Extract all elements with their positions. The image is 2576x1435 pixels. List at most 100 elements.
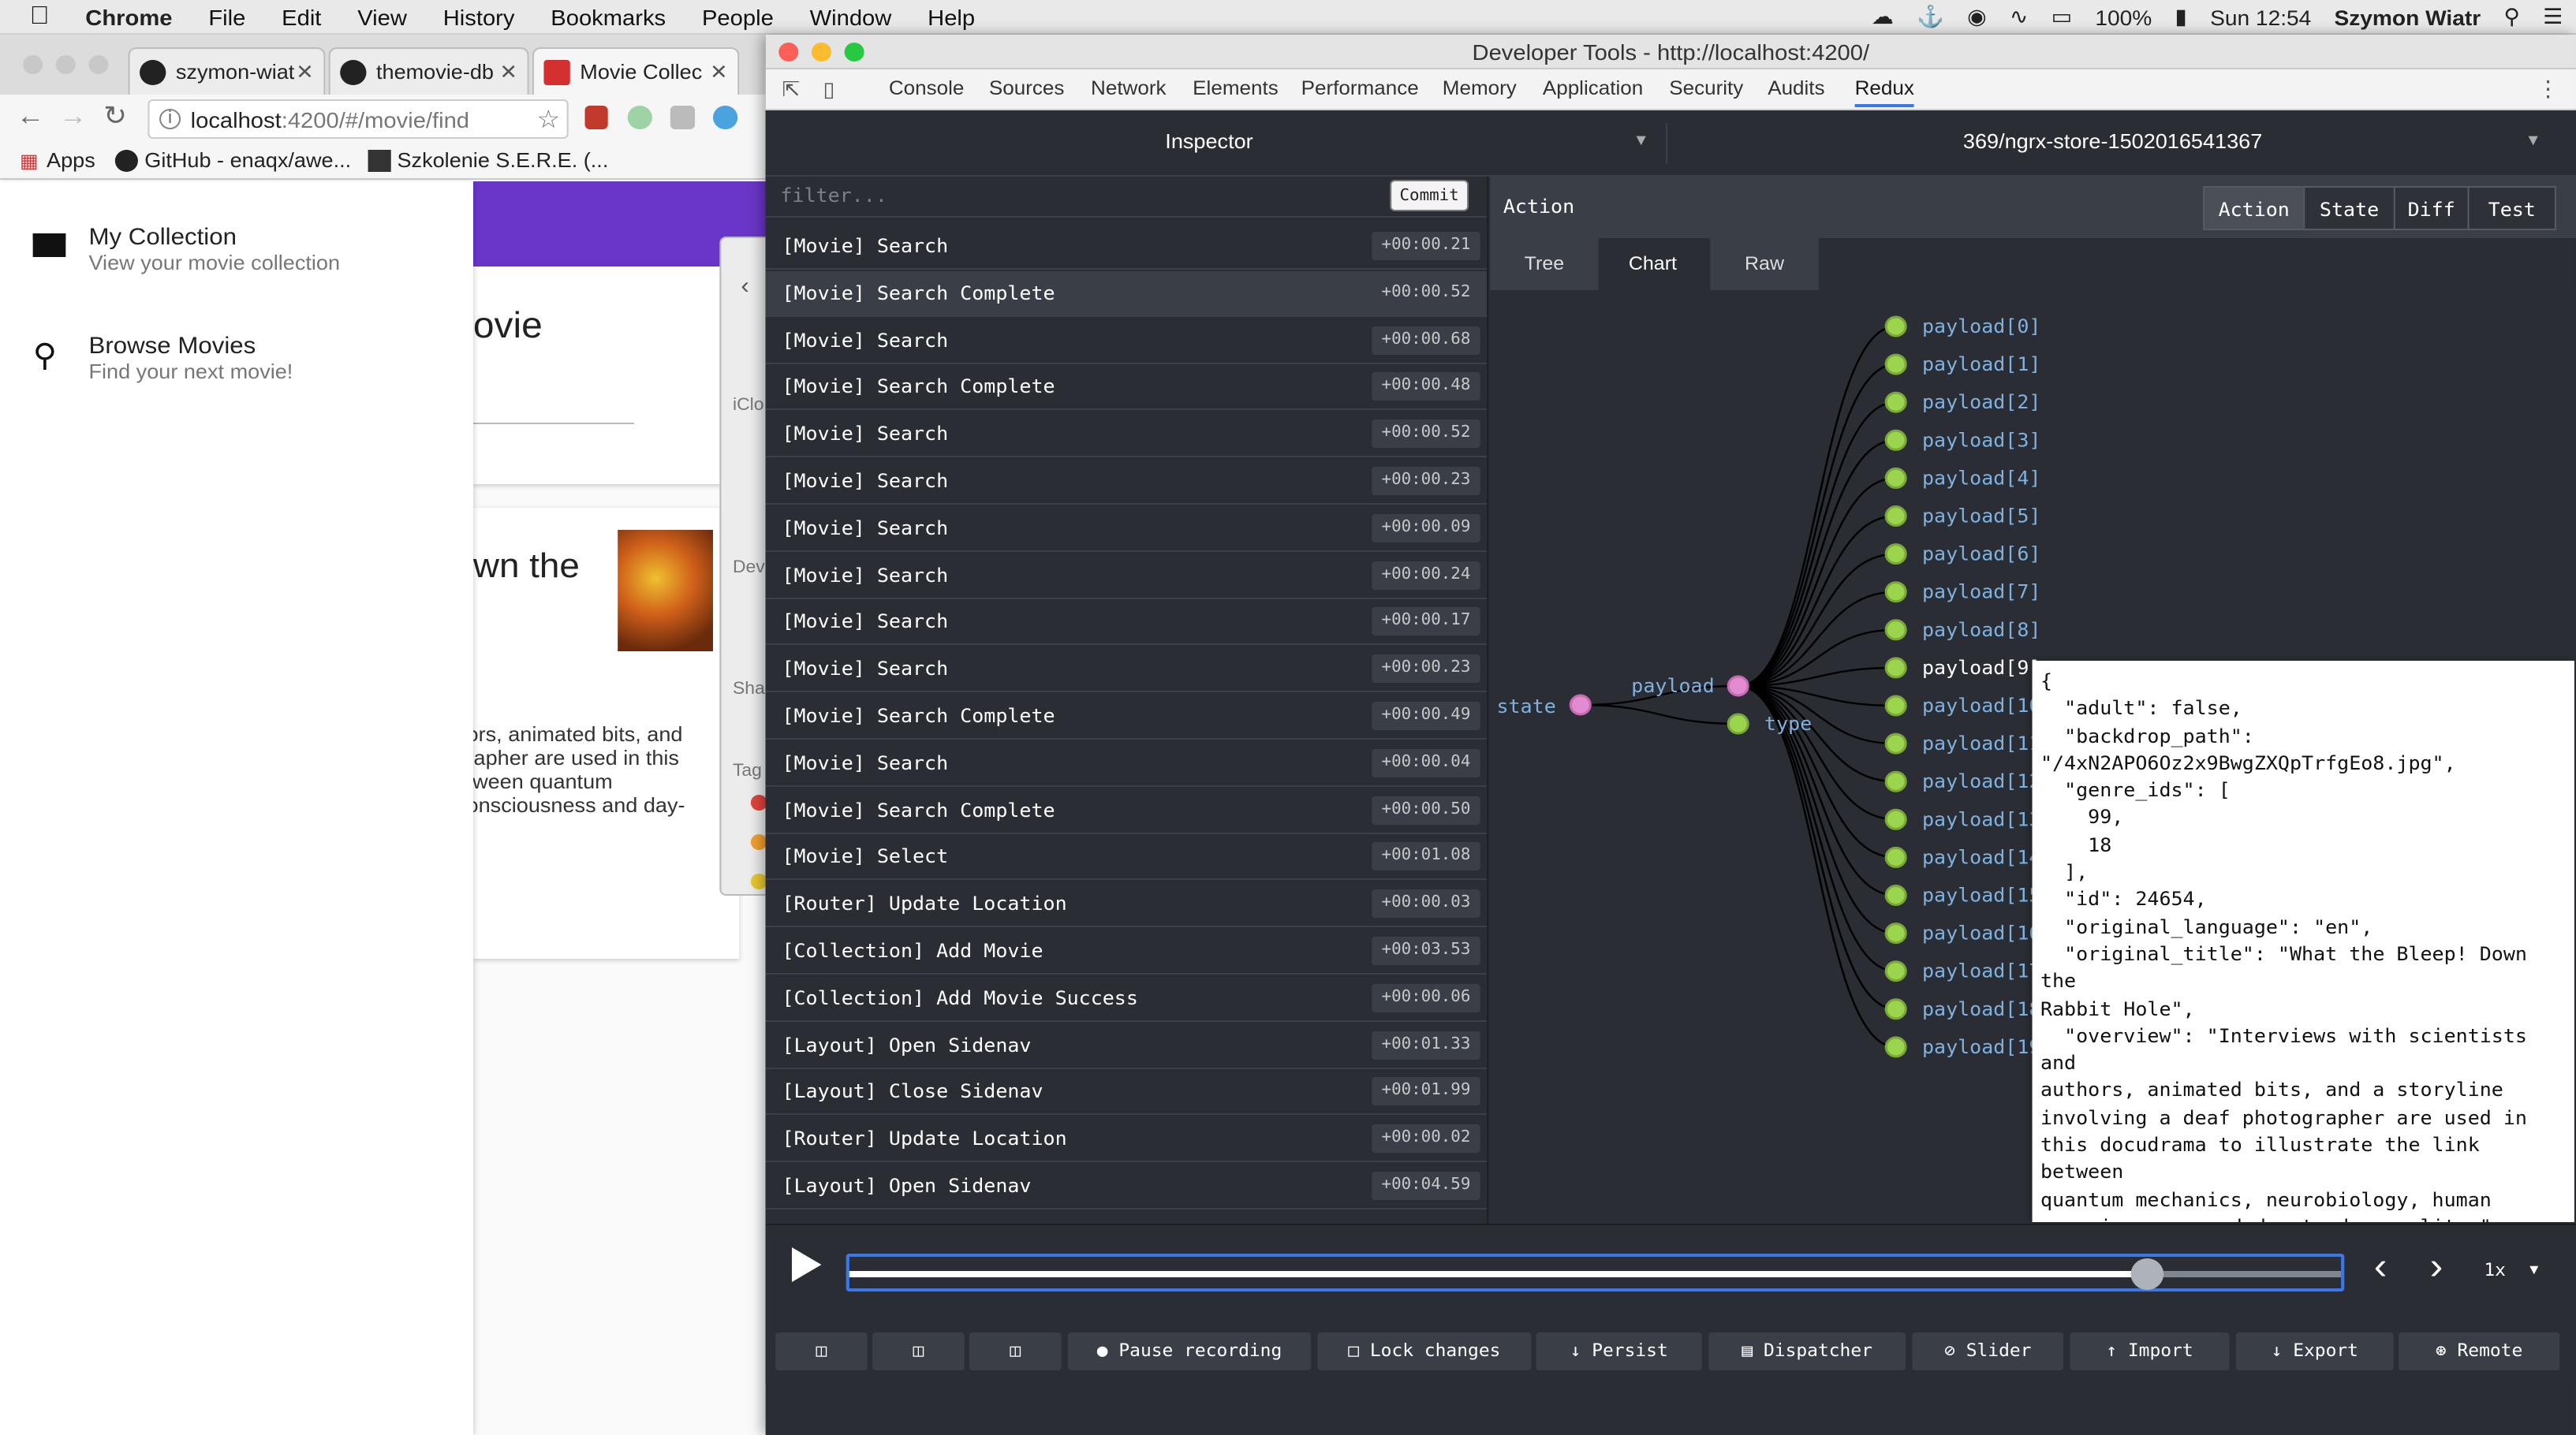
- more-options-icon[interactable]: ⋮: [2537, 76, 2559, 102]
- view-tab-chart[interactable]: Chart: [1598, 238, 1708, 290]
- panel-tab-diff[interactable]: Diff: [2393, 186, 2470, 230]
- action-row[interactable]: [Movie] Select +00:01.08: [765, 834, 1488, 881]
- menu-view[interactable]: View: [357, 4, 407, 29]
- tab-elements[interactable]: Elements: [1193, 77, 1279, 99]
- panel-tab-state[interactable]: State: [2303, 186, 2395, 230]
- instance-dropdown-icon[interactable]: ▼: [2525, 132, 2541, 150]
- speed-dropdown-icon[interactable]: ▼: [2527, 1262, 2542, 1277]
- wifi-icon[interactable]: ∿: [2010, 5, 2029, 30]
- tab-console[interactable]: Console: [889, 77, 965, 99]
- monitor-dropdown-icon[interactable]: ▼: [1633, 132, 1649, 150]
- play-icon[interactable]: [791, 1247, 822, 1282]
- filter-input[interactable]: filter...: [780, 184, 887, 207]
- action-row[interactable]: [Router] Update Location +00:00.02: [765, 1116, 1488, 1163]
- view-tab-raw[interactable]: Raw: [1710, 238, 1819, 290]
- action-row[interactable]: [Movie] Search +00:00.52: [765, 412, 1488, 458]
- window-zoom-button[interactable]: [844, 43, 864, 62]
- device-toolbar-icon[interactable]: ▯: [823, 77, 835, 102]
- spotlight-icon[interactable]: ⚲: [2503, 5, 2520, 30]
- inspect-element-icon[interactable]: ⇱: [782, 77, 800, 102]
- tab-audits[interactable]: Audits: [1768, 77, 1824, 99]
- docker-icon[interactable]: ⚓: [1917, 5, 1944, 30]
- close-tab-icon[interactable]: ✕: [710, 59, 728, 84]
- chart-node-payload-item[interactable]: [1884, 770, 1907, 792]
- extension-icon[interactable]: [670, 106, 696, 129]
- action-row[interactable]: [Movie] Search Complete +00:00.52: [765, 270, 1488, 317]
- menu-history[interactable]: History: [443, 4, 515, 29]
- sidenav-item-browse-movies[interactable]: ⚲ Browse Movies Find your next movie!: [33, 333, 461, 412]
- action-row[interactable]: [Collection] Add Movie Success +00:00.06: [765, 975, 1488, 1022]
- tag-red-icon[interactable]: [750, 795, 767, 811]
- tab-network[interactable]: Network: [1091, 77, 1166, 99]
- slider-handle[interactable]: [2130, 1258, 2164, 1290]
- tab-redux[interactable]: Redux: [1854, 77, 1914, 107]
- chart-node-state[interactable]: [1569, 694, 1592, 716]
- speed-select[interactable]: 1x: [2484, 1260, 2506, 1280]
- panel-tab-action[interactable]: Action: [2203, 186, 2305, 230]
- next-action-icon[interactable]: ›: [2430, 1246, 2443, 1290]
- user-name[interactable]: Szymon Wiatr: [2334, 6, 2481, 29]
- action-row[interactable]: [Router] Update Location +00:00.03: [765, 882, 1488, 928]
- chart-node-payload[interactable]: [1727, 675, 1749, 697]
- tag-yellow-icon[interactable]: [750, 874, 767, 889]
- menu-edit[interactable]: Edit: [282, 4, 321, 29]
- chart-node-payload-item[interactable]: [1884, 846, 1907, 868]
- chart-node-payload-item[interactable]: [1884, 998, 1907, 1020]
- action-row[interactable]: [Movie] Search +00:00.04: [765, 740, 1488, 787]
- chart-node-payload-item[interactable]: [1884, 543, 1907, 565]
- chart-node-type[interactable]: [1727, 713, 1749, 735]
- extension-icon[interactable]: [627, 106, 652, 129]
- app-status-icon[interactable]: ◉: [1967, 5, 1987, 30]
- chart-node-payload-item[interactable]: [1884, 467, 1907, 489]
- pause-recording-button[interactable]: ● Pause recording: [1067, 1332, 1312, 1370]
- finder-back-icon[interactable]: ‹: [741, 273, 749, 300]
- menu-file[interactable]: File: [208, 4, 245, 29]
- window-close-button[interactable]: [778, 43, 799, 62]
- chart-node-payload-item[interactable]: [1884, 429, 1907, 451]
- chart-node-payload-item[interactable]: [1884, 695, 1907, 717]
- instance-select[interactable]: 369/ngrx-store-1502016541367: [1686, 129, 2540, 153]
- dock-right-button[interactable]: ◫: [872, 1332, 965, 1370]
- ublock-icon[interactable]: [584, 106, 608, 129]
- tab-security[interactable]: Security: [1669, 77, 1743, 99]
- bookmark-szkolenie[interactable]: Szkolenie S.E.R.E. (...: [397, 148, 608, 172]
- tab-memory[interactable]: Memory: [1443, 77, 1517, 99]
- dispatcher-button[interactable]: ▤ Dispatcher: [1708, 1332, 1906, 1370]
- reload-icon[interactable]: ↻: [103, 101, 127, 132]
- chart-node-payload-item[interactable]: [1884, 391, 1907, 413]
- chart-node-payload-item[interactable]: [1884, 885, 1907, 906]
- back-icon[interactable]: ←: [17, 101, 44, 132]
- action-row[interactable]: [Movie] Search +00:00.21: [765, 224, 1488, 270]
- action-row[interactable]: [Movie] Search +00:00.17: [765, 599, 1488, 646]
- menu-window[interactable]: Window: [810, 4, 892, 29]
- lock-changes-button[interactable]: □ Lock changes: [1317, 1332, 1532, 1370]
- address-bar[interactable]: i localhost :4200/#/movie/find ☆: [147, 99, 569, 139]
- persist-button[interactable]: ↓ Persist: [1536, 1332, 1702, 1370]
- action-row[interactable]: [Layout] Close Sidenav +00:01.99: [765, 1069, 1488, 1116]
- action-row[interactable]: [Movie] Search +00:00.68: [765, 318, 1488, 364]
- bookmark-github[interactable]: GitHub - enaqx/awe...: [144, 148, 351, 172]
- action-row[interactable]: [Movie] Search Complete +00:00.49: [765, 694, 1488, 740]
- dock-bottom-button[interactable]: ◫: [969, 1332, 1062, 1370]
- view-tab-tree[interactable]: Tree: [1490, 238, 1599, 290]
- extension-icon[interactable]: [712, 106, 738, 129]
- menu-help[interactable]: Help: [928, 4, 975, 29]
- chart-node-payload-item[interactable]: [1884, 619, 1907, 641]
- chart-node-payload-item[interactable]: [1884, 505, 1907, 527]
- clock[interactable]: Sun 12:54: [2210, 6, 2311, 29]
- tag-orange-icon[interactable]: [750, 834, 767, 850]
- chart-node-payload-item[interactable]: [1884, 1036, 1907, 1058]
- window-close-light[interactable]: [23, 55, 43, 74]
- previous-action-icon[interactable]: ‹: [2374, 1246, 2387, 1290]
- commit-button[interactable]: Commit: [1390, 180, 1469, 211]
- menu-app-name[interactable]: Chrome: [85, 4, 172, 29]
- chart-node-payload-item[interactable]: [1884, 960, 1907, 982]
- browser-tab[interactable]: themovie-db ✕: [328, 47, 529, 95]
- tab-application[interactable]: Application: [1543, 77, 1643, 99]
- action-row[interactable]: [Layout] Open Sidenav +00:04.59: [765, 1164, 1488, 1210]
- browser-tab-active[interactable]: Movie Collec ✕: [532, 47, 740, 95]
- creative-cloud-icon[interactable]: ☁: [1872, 5, 1894, 30]
- battery-icon[interactable]: ▮: [2175, 5, 2186, 30]
- close-tab-icon[interactable]: ✕: [296, 59, 314, 84]
- menu-people[interactable]: People: [702, 4, 774, 29]
